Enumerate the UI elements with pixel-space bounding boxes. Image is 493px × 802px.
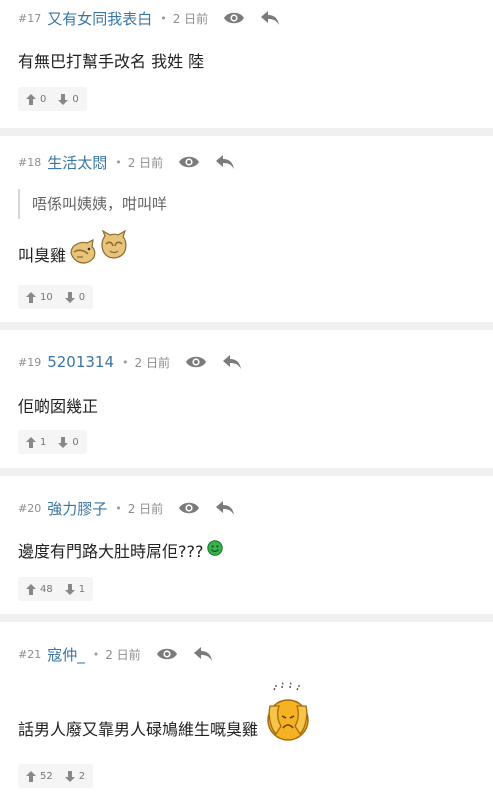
post-time: 2 日前	[172, 11, 209, 26]
downvote-count: 2	[78, 770, 86, 782]
meta-dot: •	[92, 647, 100, 661]
upvote-button[interactable]: 48	[26, 583, 53, 595]
upvote-icon	[26, 583, 36, 595]
username-link[interactable]: 強力膠子	[47, 498, 107, 519]
post-content: 邊度有門路大肚時屌佢???	[18, 538, 224, 562]
post-19: #19 5201314 • 2 日前 佢啲囡幾正 1 0	[0, 330, 493, 468]
post-text: 叫臭雞	[18, 246, 67, 265]
post-number: #20	[18, 501, 42, 515]
downvote-count: 0	[72, 93, 79, 105]
downvote-button[interactable]: 2	[64, 770, 86, 782]
post-time: 2 日前	[127, 501, 164, 516]
green-smiley-emoji-icon	[207, 540, 224, 560]
downvote-button[interactable]: 0	[58, 93, 79, 105]
username-link[interactable]: 又有女同我表白	[47, 8, 152, 29]
downvote-count: 0	[72, 436, 79, 448]
downvote-icon	[64, 291, 75, 303]
username-link[interactable]: 5201314	[47, 353, 114, 371]
reply-icon[interactable]	[213, 153, 237, 171]
post-time: 2 日前	[134, 355, 170, 370]
post-meta: #18 生活太悶 • 2 日前	[18, 152, 237, 172]
upvote-icon	[26, 291, 36, 303]
meta-dot: •	[115, 155, 122, 169]
upvote-icon	[26, 770, 36, 782]
upvote-count: 1	[40, 436, 47, 448]
meta-dot: •	[122, 355, 129, 369]
reply-icon[interactable]	[213, 499, 237, 517]
post-meta: #21 寇仲_ • 2 日前	[18, 644, 215, 664]
vote-bar: 0 0	[18, 87, 87, 111]
post-time: 2 日前	[127, 155, 164, 170]
post-text: 邊度有門路大肚時屌佢???	[18, 542, 204, 561]
upvote-button[interactable]: 1	[26, 436, 47, 448]
post-meta: #17 又有女同我表白 • 2 日前	[18, 8, 282, 28]
eye-icon[interactable]	[222, 9, 246, 27]
post-meta: #20 強力膠子 • 2 日前	[18, 498, 237, 518]
eye-icon[interactable]	[177, 499, 201, 517]
upvote-count: 0	[40, 93, 47, 105]
eye-icon[interactable]	[184, 353, 208, 371]
post-18: #18 生活太悶 • 2 日前 唔係叫姨姨，咁叫咩 叫臭雞 10 0	[0, 136, 493, 322]
upvote-count: 10	[40, 291, 53, 303]
monkey-cover-emoji-icon	[100, 229, 128, 264]
downvote-button[interactable]: 0	[58, 436, 79, 448]
meta-dot: •	[115, 501, 122, 515]
upvote-count: 48	[40, 583, 53, 595]
downvote-icon	[58, 93, 69, 105]
downvote-count: 1	[78, 583, 86, 595]
post-number: #19	[18, 355, 42, 369]
reply-icon[interactable]	[220, 353, 244, 371]
post-number: #21	[18, 647, 42, 661]
post-content: 話男人廢又靠男人碌鳩維生嘅臭雞	[18, 681, 312, 748]
post-content: 叫臭雞	[18, 229, 128, 269]
upvote-icon	[26, 436, 36, 448]
post-number: #17	[18, 11, 42, 25]
monkey-shy-emoji-icon	[68, 238, 98, 269]
upvote-button[interactable]: 10	[26, 291, 53, 303]
downvote-icon	[64, 770, 75, 782]
username-link[interactable]: 生活太悶	[47, 152, 107, 173]
username-link[interactable]: 寇仲_	[47, 644, 85, 665]
post-number: #18	[18, 155, 42, 169]
reply-icon[interactable]	[258, 9, 282, 27]
eye-icon[interactable]	[155, 645, 179, 663]
vote-bar: 48 1	[18, 577, 94, 601]
upvote-count: 52	[40, 770, 53, 782]
quote-block: 唔係叫姨姨，咁叫咩	[18, 189, 167, 219]
downvote-icon	[64, 583, 75, 595]
post-time: 2 日前	[105, 647, 141, 662]
separator	[0, 614, 493, 622]
upvote-button[interactable]: 52	[26, 770, 53, 782]
vote-bar: 1 0	[18, 430, 87, 454]
post-20: #20 強力膠子 • 2 日前 邊度有門路大肚時屌佢??? 48 1	[0, 476, 493, 614]
upvote-button[interactable]: 0	[26, 93, 47, 105]
downvote-button[interactable]: 1	[64, 583, 86, 595]
post-text: 話男人廢又靠男人碌鳩維生嘅臭雞	[18, 720, 259, 739]
separator	[0, 128, 493, 136]
separator	[0, 322, 493, 330]
vote-bar: 52 2	[18, 764, 94, 788]
eye-icon[interactable]	[177, 153, 201, 171]
post-meta: #19 5201314 • 2 日前	[18, 352, 244, 372]
downvote-icon	[58, 436, 69, 448]
downvote-count: 0	[78, 291, 86, 303]
upvote-icon	[26, 93, 36, 105]
post-17: #17 又有女同我表白 • 2 日前 有無巴打幫手改名 我姓 陸 0 0	[0, 0, 493, 128]
meta-dot: •	[160, 11, 167, 25]
post-content: 有無巴打幫手改名 我姓 陸	[18, 52, 205, 71]
reply-icon[interactable]	[191, 645, 215, 663]
separator	[0, 468, 493, 476]
post-21: #21 寇仲_ • 2 日前 話男人廢又靠男人碌鳩維生嘅臭雞 52 2	[0, 622, 493, 802]
downvote-button[interactable]: 0	[64, 291, 86, 303]
frustrated-face-emoji-icon	[264, 681, 312, 748]
post-content: 佢啲囡幾正	[18, 397, 99, 416]
vote-bar: 10 0	[18, 285, 94, 309]
